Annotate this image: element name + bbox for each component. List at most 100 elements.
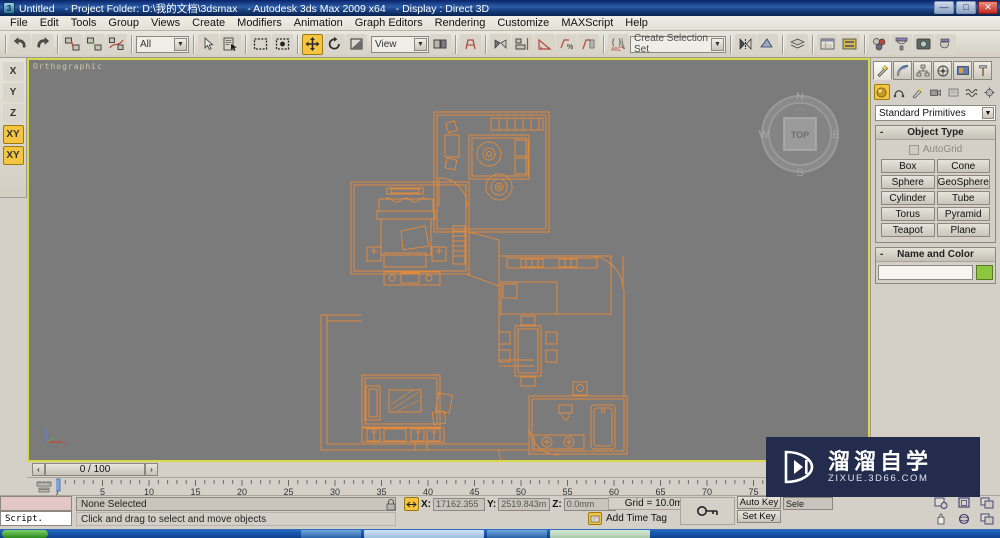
object-color-swatch[interactable] (976, 265, 993, 280)
render-setup-icon[interactable] (891, 33, 912, 55)
motion-tab[interactable] (933, 61, 952, 80)
viewport[interactable]: Orthographic x N E S W TOP (27, 58, 870, 462)
select-object-icon[interactable] (198, 33, 219, 55)
create-box-button[interactable]: Box (881, 159, 935, 173)
bind-to-space-warp-icon[interactable] (106, 33, 127, 55)
snaps-toggle-icon[interactable] (460, 33, 481, 55)
create-teapot-button[interactable]: Teapot (881, 223, 935, 237)
modify-tab[interactable] (893, 61, 912, 80)
selection-set-input[interactable]: Create Selection Set ▼ (630, 33, 726, 55)
menu-maxscript[interactable]: MAXScript (555, 16, 619, 30)
menu-animation[interactable]: Animation (288, 16, 349, 30)
undo-icon[interactable] (10, 33, 31, 55)
minimize-button[interactable]: — (934, 1, 954, 14)
next-frame-button[interactable]: › (145, 463, 158, 476)
create-pyramid-button[interactable]: Pyramid (936, 207, 990, 221)
systems-subtab[interactable] (981, 84, 997, 100)
display-tab[interactable] (953, 61, 972, 80)
key-mode-toggle[interactable] (680, 497, 735, 525)
curve-editor-icon[interactable] (817, 33, 838, 55)
angle-snap-toggle-icon[interactable] (534, 33, 555, 55)
axis-constraint-z[interactable]: Z (2, 104, 24, 123)
select-and-link-icon[interactable] (62, 33, 83, 55)
quick-render-icon[interactable] (935, 33, 956, 55)
utilities-tab[interactable] (973, 61, 992, 80)
maxscript-mini-listener[interactable] (0, 496, 72, 511)
material-editor-icon[interactable] (869, 33, 890, 55)
object-type-header[interactable]: - Object Type (876, 126, 995, 140)
menu-views[interactable]: Views (145, 16, 186, 30)
name-and-color-header[interactable]: - Name and Color (876, 248, 995, 262)
maximize-button[interactable]: □ (956, 1, 976, 14)
orbit-icon[interactable] (953, 512, 975, 527)
selection-set-status[interactable]: Sele (783, 497, 833, 510)
taskbar-item-4[interactable] (550, 529, 650, 538)
chevron-down-icon[interactable]: ▼ (711, 37, 724, 51)
close-button[interactable]: ✕ (978, 1, 998, 14)
menu-edit[interactable]: Edit (34, 16, 65, 30)
select-and-uniform-scale-icon[interactable] (346, 33, 367, 55)
object-category-combo[interactable]: Standard Primitives ▼ (875, 105, 996, 121)
taskbar-item-1[interactable] (301, 529, 361, 538)
select-and-rotate-icon[interactable] (324, 33, 345, 55)
taskbar-item-2[interactable] (364, 529, 484, 538)
menu-rendering[interactable]: Rendering (429, 16, 492, 30)
menu-modifiers[interactable]: Modifiers (231, 16, 288, 30)
select-by-name-icon[interactable] (220, 33, 241, 55)
lights-subtab[interactable] (910, 84, 926, 100)
autogrid-row[interactable]: AutoGrid (881, 144, 990, 155)
rendered-frame-window-icon[interactable] (913, 33, 934, 55)
redo-icon[interactable] (32, 33, 53, 55)
create-tab[interactable] (873, 61, 892, 80)
time-slider[interactable]: ‹ 0 / 100 › (27, 462, 870, 478)
coord-x-input[interactable]: 17162.355 (433, 497, 485, 511)
chevron-down-icon[interactable]: ▼ (982, 107, 994, 119)
axis-constraint-xy-cycle[interactable]: XY (2, 146, 24, 165)
create-cylinder-button[interactable]: Cylinder (881, 191, 935, 205)
mirror-icon[interactable] (490, 33, 511, 55)
use-pivot-point-center-icon[interactable] (430, 33, 451, 55)
create-sphere-button[interactable]: Sphere (881, 175, 935, 189)
collapse-toggle-icon[interactable]: - (880, 127, 883, 138)
add-time-tag-row[interactable]: Add Time Tag (588, 512, 667, 525)
start-button[interactable] (2, 529, 48, 538)
menu-graph-editors[interactable]: Graph Editors (349, 16, 429, 30)
select-and-move-icon[interactable] (302, 33, 323, 55)
helpers-subtab[interactable] (945, 84, 961, 100)
object-name-input[interactable] (878, 265, 973, 280)
coord-y-input[interactable]: 2519.843m (498, 497, 551, 511)
space-warps-subtab[interactable] (963, 84, 979, 100)
schematic-view-icon[interactable] (839, 33, 860, 55)
menu-create[interactable]: Create (186, 16, 231, 30)
axis-constraint-x[interactable]: X (2, 62, 24, 81)
track-view-icon[interactable] (36, 481, 52, 494)
unlink-selection-icon[interactable] (84, 33, 105, 55)
zoom-icon[interactable] (930, 496, 952, 511)
selection-filter-combo[interactable]: All ▼ (136, 35, 189, 53)
lock-selection-icon[interactable] (385, 498, 397, 511)
align-icon[interactable] (512, 33, 533, 55)
menu-group[interactable]: Group (102, 16, 145, 30)
prev-frame-button[interactable]: ‹ (32, 463, 45, 476)
menu-tools[interactable]: Tools (65, 16, 103, 30)
create-cone-button[interactable]: Cone (936, 159, 990, 173)
time-slider-handle[interactable]: ‹ 0 / 100 › (32, 463, 158, 476)
collapse-toggle-icon[interactable]: - (880, 249, 883, 260)
geometry-subtab[interactable] (874, 84, 890, 100)
menu-help[interactable]: Help (619, 16, 654, 30)
rectangular-selection-region-icon[interactable] (250, 33, 271, 55)
pan-view-icon[interactable] (930, 512, 952, 527)
create-torus-button[interactable]: Torus (881, 207, 935, 221)
axis-constraint-y[interactable]: Y (2, 83, 24, 102)
percent-snap-toggle-icon[interactable]: % (556, 33, 577, 55)
zoom-all-icon[interactable] (953, 496, 975, 511)
create-plane-button[interactable]: Plane (936, 223, 990, 237)
taskbar-item-3[interactable] (487, 529, 547, 538)
autogrid-checkbox[interactable] (908, 144, 919, 155)
align-objects-icon[interactable] (757, 33, 778, 55)
auto-key-button[interactable]: Auto Key (737, 496, 781, 509)
chevron-down-icon[interactable]: ▼ (174, 37, 187, 51)
hierarchy-tab[interactable] (913, 61, 932, 80)
mirror-selected-objects-icon[interactable] (735, 33, 756, 55)
menu-file[interactable]: File (4, 16, 34, 30)
